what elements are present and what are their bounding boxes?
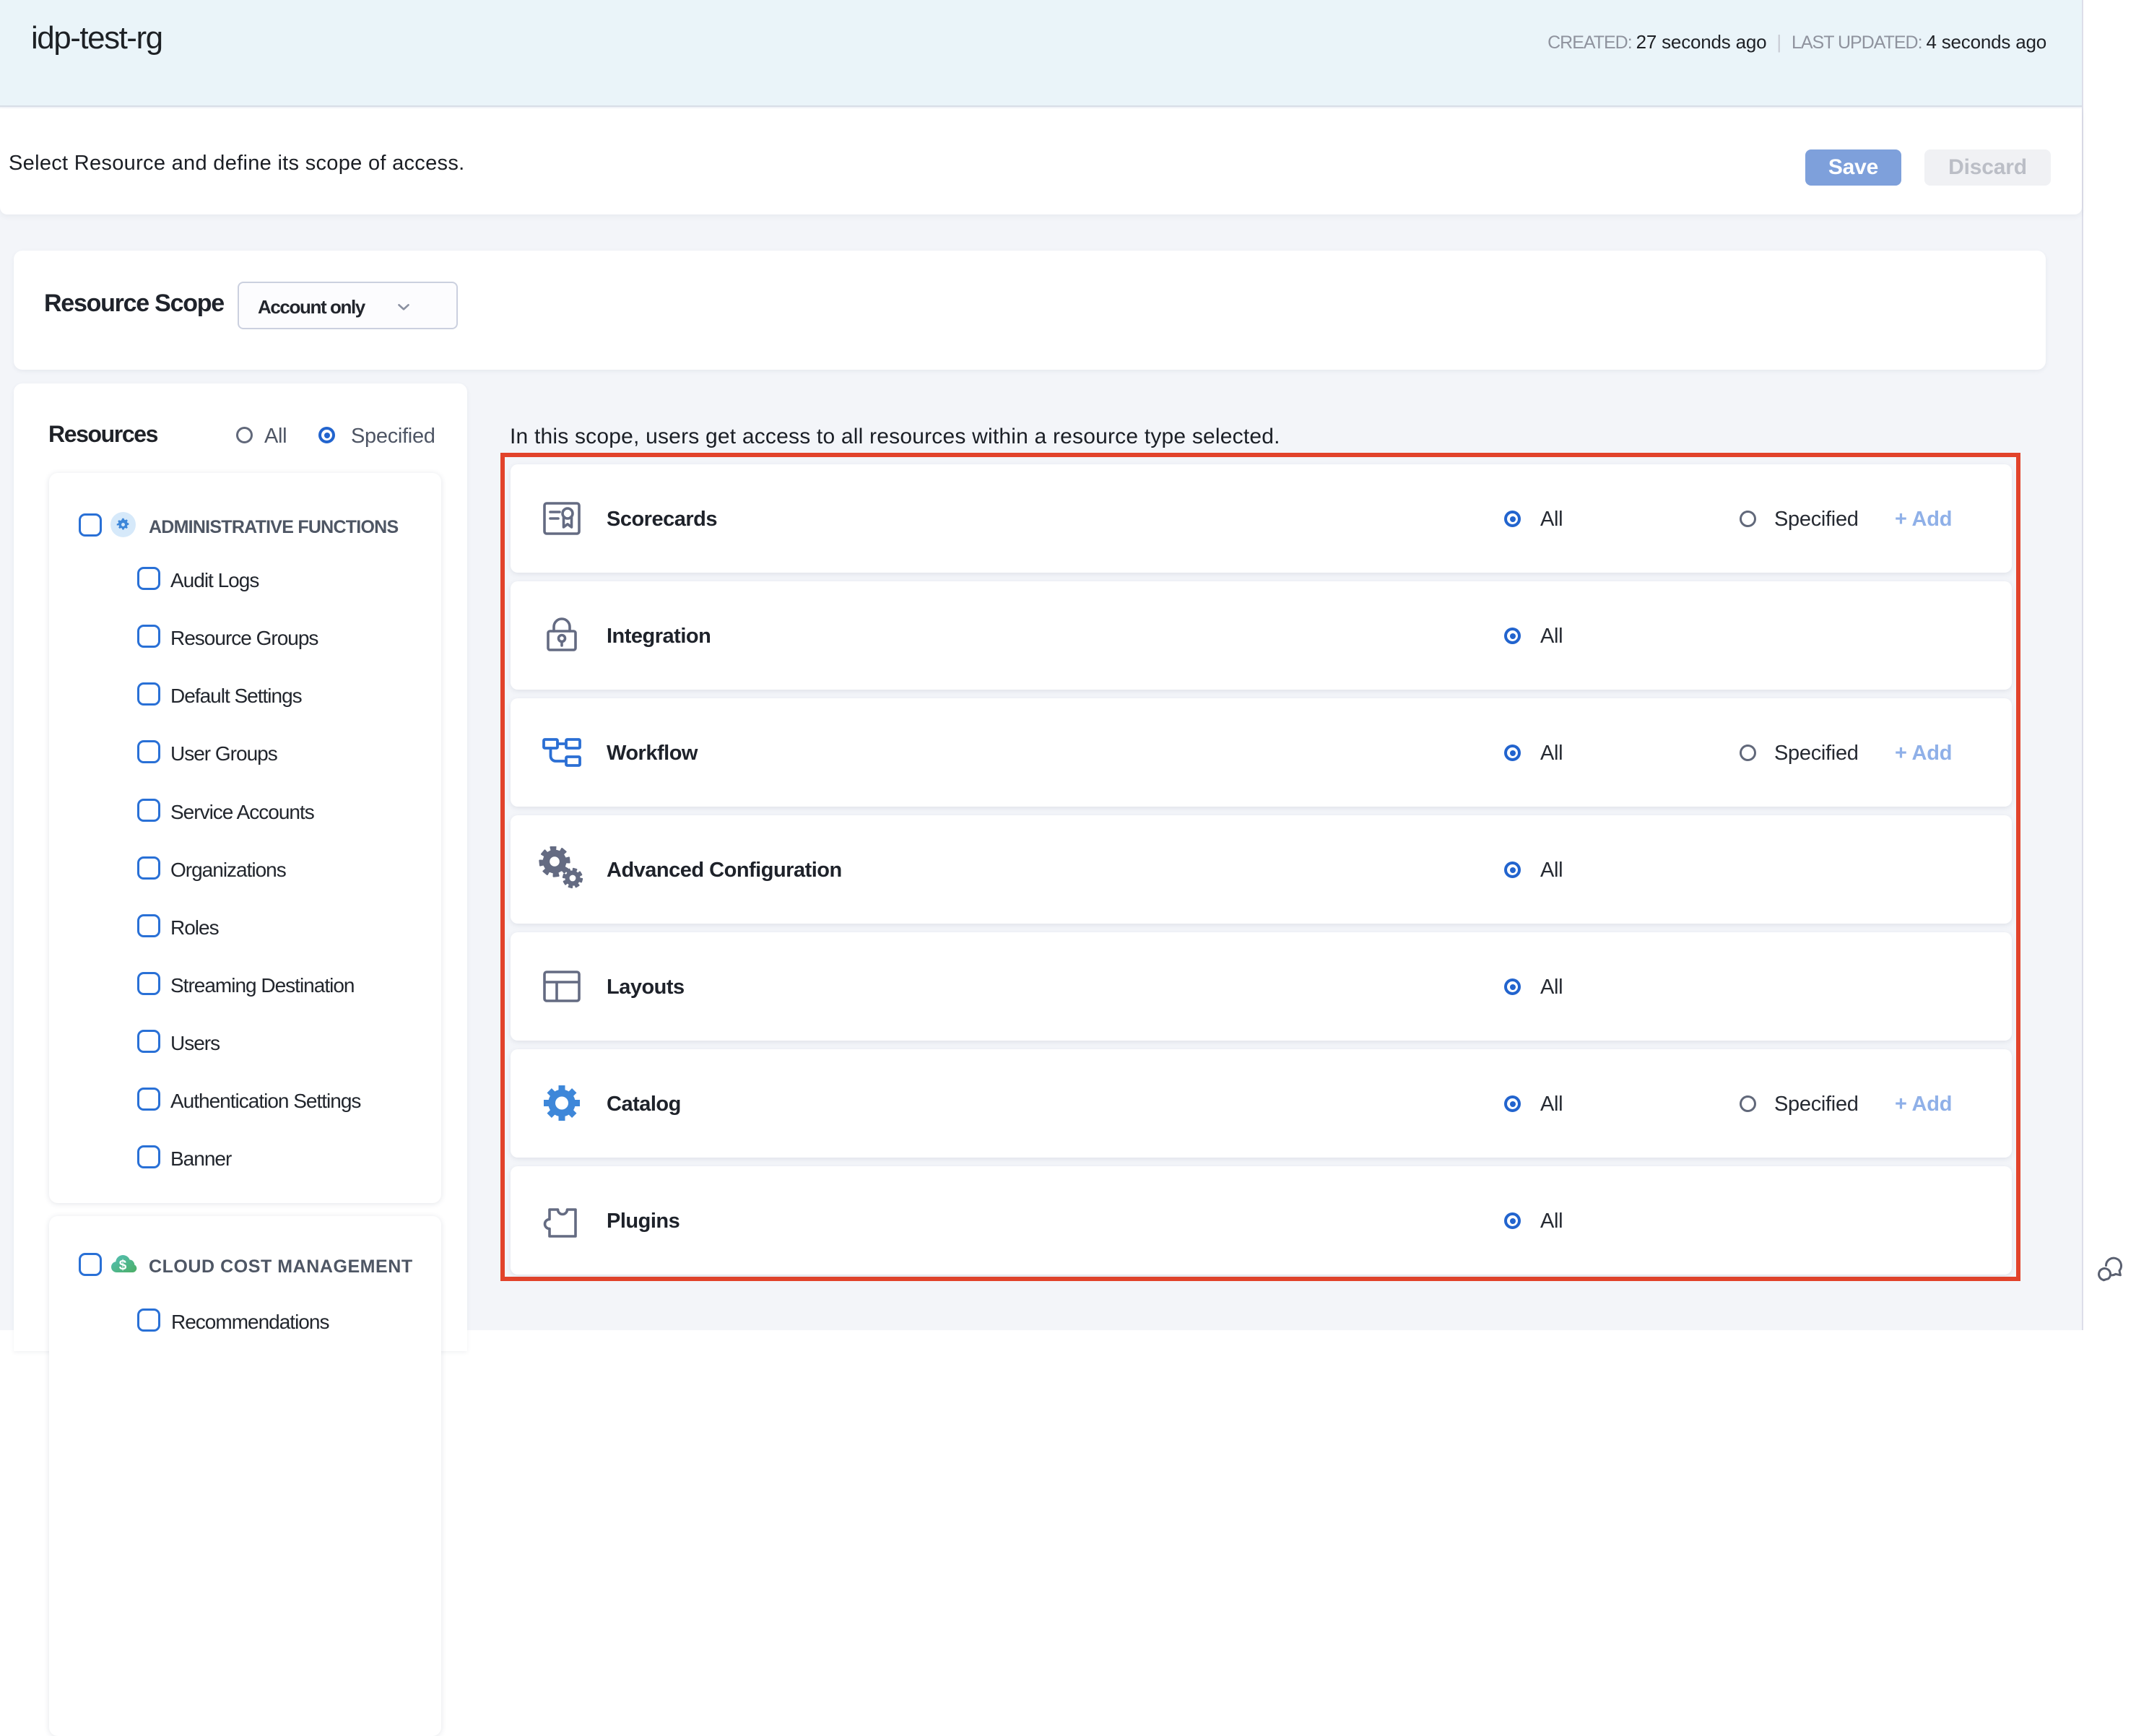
svg-text:$: $	[119, 1258, 127, 1273]
